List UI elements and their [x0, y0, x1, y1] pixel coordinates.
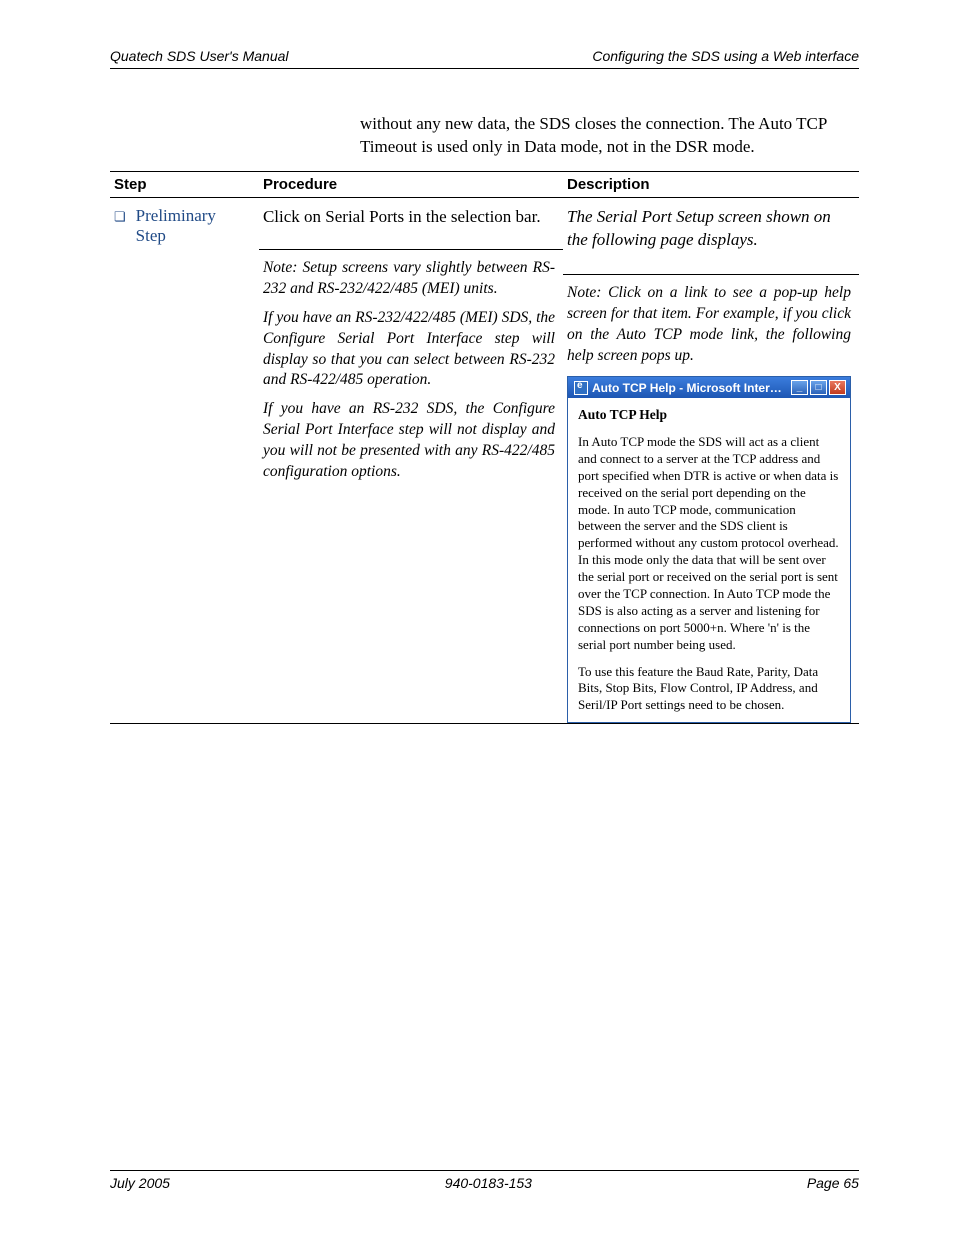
- popup-title-text: Auto TCP Help - Microsoft Inter…: [592, 381, 787, 395]
- table-row: ❏ Preliminary Step Click on Serial Ports…: [110, 197, 859, 723]
- procedure-note-2: If you have an RS-232/422/485 (MEI) SDS,…: [263, 308, 555, 392]
- col-header-description: Description: [563, 171, 859, 197]
- ie-icon: [574, 381, 588, 395]
- popup-body: Auto TCP Help In Auto TCP mode the SDS w…: [568, 398, 850, 722]
- header-right: Configuring the SDS using a Web interfac…: [592, 48, 859, 64]
- minimize-button[interactable]: _: [791, 380, 808, 395]
- close-button[interactable]: X: [829, 380, 846, 395]
- step-text: Preliminary Step: [136, 206, 216, 246]
- bullet-icon: ❏: [114, 206, 126, 228]
- procedure-note-3: If you have an RS-232 SDS, the Configure…: [263, 399, 555, 483]
- procedure-note-1: Note: Setup screens vary slightly betwee…: [263, 258, 555, 300]
- procedure-table: Step Procedure Description ❏ Preliminary…: [110, 171, 859, 724]
- intro-paragraph: without any new data, the SDS closes the…: [360, 113, 859, 159]
- procedure-main: Click on Serial Ports in the selection b…: [263, 206, 555, 229]
- description-note: Note: Click on a link to see a pop-up he…: [567, 283, 851, 367]
- popup-titlebar: Auto TCP Help - Microsoft Inter… _ □ X: [568, 377, 850, 398]
- help-popup-window: Auto TCP Help - Microsoft Inter… _ □ X A…: [567, 376, 851, 723]
- popup-para-2: To use this feature the Baud Rate, Parit…: [578, 664, 840, 715]
- footer-left: July 2005: [110, 1175, 170, 1191]
- description-main: The Serial Port Setup screen shown on th…: [567, 206, 851, 252]
- step-label: ❏ Preliminary Step: [114, 206, 251, 246]
- col-header-step: Step: [110, 171, 259, 197]
- col-header-procedure: Procedure: [259, 171, 563, 197]
- maximize-button[interactable]: □: [810, 380, 827, 395]
- running-header: Quatech SDS User's Manual Configuring th…: [110, 48, 859, 69]
- popup-heading: Auto TCP Help: [578, 406, 840, 424]
- popup-para-1: In Auto TCP mode the SDS will act as a c…: [578, 434, 840, 654]
- header-left: Quatech SDS User's Manual: [110, 48, 289, 64]
- footer-center: 940-0183-153: [445, 1175, 532, 1191]
- footer-right: Page 65: [807, 1175, 859, 1191]
- page-footer: July 2005 940-0183-153 Page 65: [110, 1170, 859, 1191]
